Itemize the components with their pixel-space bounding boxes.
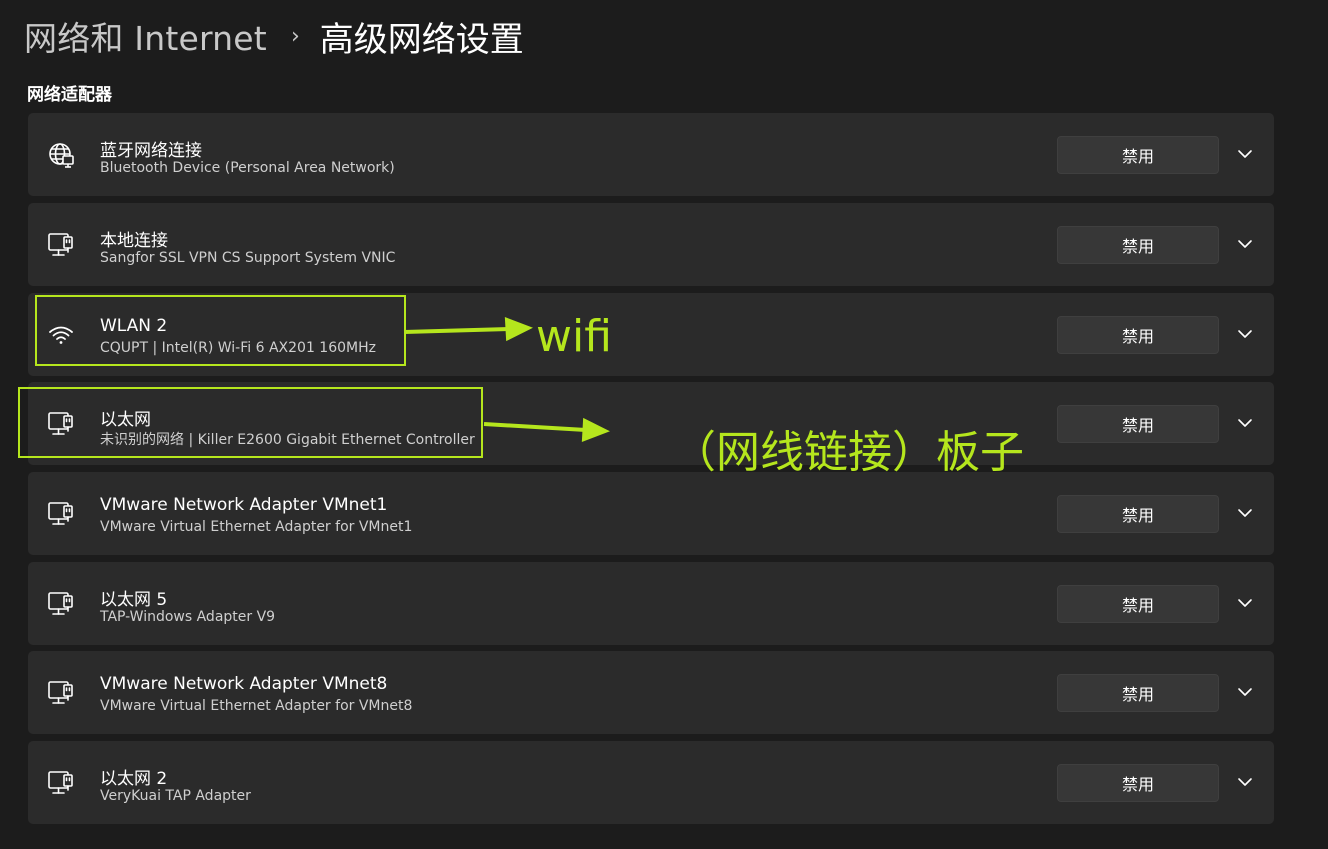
wifi-annotation-label: wifi xyxy=(536,311,612,362)
disable-button[interactable]: 禁用 xyxy=(1057,674,1219,712)
adapter-name: VMware Network Adapter VMnet1 xyxy=(100,495,388,515)
adapter-name: 以太网 2 xyxy=(100,769,168,789)
ethernet-icon xyxy=(46,768,76,798)
adapter-description: VMware Virtual Ethernet Adapter for VMne… xyxy=(100,698,413,714)
adapter-card[interactable]: 本地连接 Sangfor SSL VPN CS Support System VN… xyxy=(28,203,1274,286)
disable-button[interactable]: 禁用 xyxy=(1057,316,1219,354)
adapter-card[interactable]: VMware Network Adapter VMnet8 VMware Virt… xyxy=(28,651,1274,734)
breadcrumb: 网络和 Internet › 高级网络设置 xyxy=(24,12,524,60)
adapter-card[interactable]: 以太网 5 TAP-Windows Adapter V9 禁用 xyxy=(28,562,1274,645)
disable-button[interactable]: 禁用 xyxy=(1057,585,1219,623)
ethernet-icon xyxy=(46,230,76,260)
chevron-right-icon: › xyxy=(290,23,300,49)
adapter-description: Bluetooth Device (Personal Area Network) xyxy=(100,160,395,176)
disable-button[interactable]: 禁用 xyxy=(1057,405,1219,443)
settings-window: 网络和 Internet › 高级网络设置 网络适配器 蓝牙网络连接 Blueto… xyxy=(0,0,1328,849)
adapter-name: 以太网 5 xyxy=(100,590,168,610)
adapter-card[interactable]: 蓝牙网络连接 Bluetooth Device (Personal Area Ne… xyxy=(28,113,1274,196)
adapter-name: 蓝牙网络连接 xyxy=(100,141,202,161)
disable-button[interactable]: 禁用 xyxy=(1057,764,1219,802)
breadcrumb-parent-link[interactable]: 网络和 Internet xyxy=(24,12,267,60)
ethernet-icon xyxy=(46,499,76,529)
chevron-down-icon[interactable] xyxy=(1234,233,1256,255)
adapter-description: Sangfor SSL VPN CS Support System VNIC xyxy=(100,250,396,266)
adapter-name: VMware Network Adapter VMnet8 xyxy=(100,674,388,694)
disable-button[interactable]: 禁用 xyxy=(1057,495,1219,533)
adapter-description: VMware Virtual Ethernet Adapter for VMne… xyxy=(100,519,413,535)
adapter-name: 本地连接 xyxy=(100,231,168,251)
adapter-description: TAP-Windows Adapter V9 xyxy=(100,609,276,625)
ethernet-icon xyxy=(46,589,76,619)
ethernet-highlight-box xyxy=(18,387,483,458)
globe-network-icon xyxy=(46,140,76,170)
chevron-down-icon[interactable] xyxy=(1234,323,1256,345)
chevron-down-icon[interactable] xyxy=(1234,681,1256,703)
adapter-card[interactable]: 以太网 2 VeryKuai TAP Adapter 禁用 xyxy=(28,741,1274,824)
chevron-down-icon[interactable] xyxy=(1234,592,1256,614)
page-title: 高级网络设置 xyxy=(319,19,524,60)
disable-button[interactable]: 禁用 xyxy=(1057,136,1219,174)
chevron-down-icon[interactable] xyxy=(1234,412,1256,434)
adapter-description: VeryKuai TAP Adapter xyxy=(100,788,251,804)
chevron-down-icon[interactable] xyxy=(1234,502,1256,524)
adapter-card[interactable]: VMware Network Adapter VMnet1 VMware Virt… xyxy=(28,472,1274,555)
section-title: 网络适配器 xyxy=(27,85,112,105)
chevron-down-icon[interactable] xyxy=(1234,771,1256,793)
ethernet-icon xyxy=(46,678,76,708)
wifi-highlight-box xyxy=(35,295,406,366)
ethernet-annotation-label: （网线链接）板子 xyxy=(672,427,1024,478)
chevron-down-icon[interactable] xyxy=(1234,143,1256,165)
disable-button[interactable]: 禁用 xyxy=(1057,226,1219,264)
